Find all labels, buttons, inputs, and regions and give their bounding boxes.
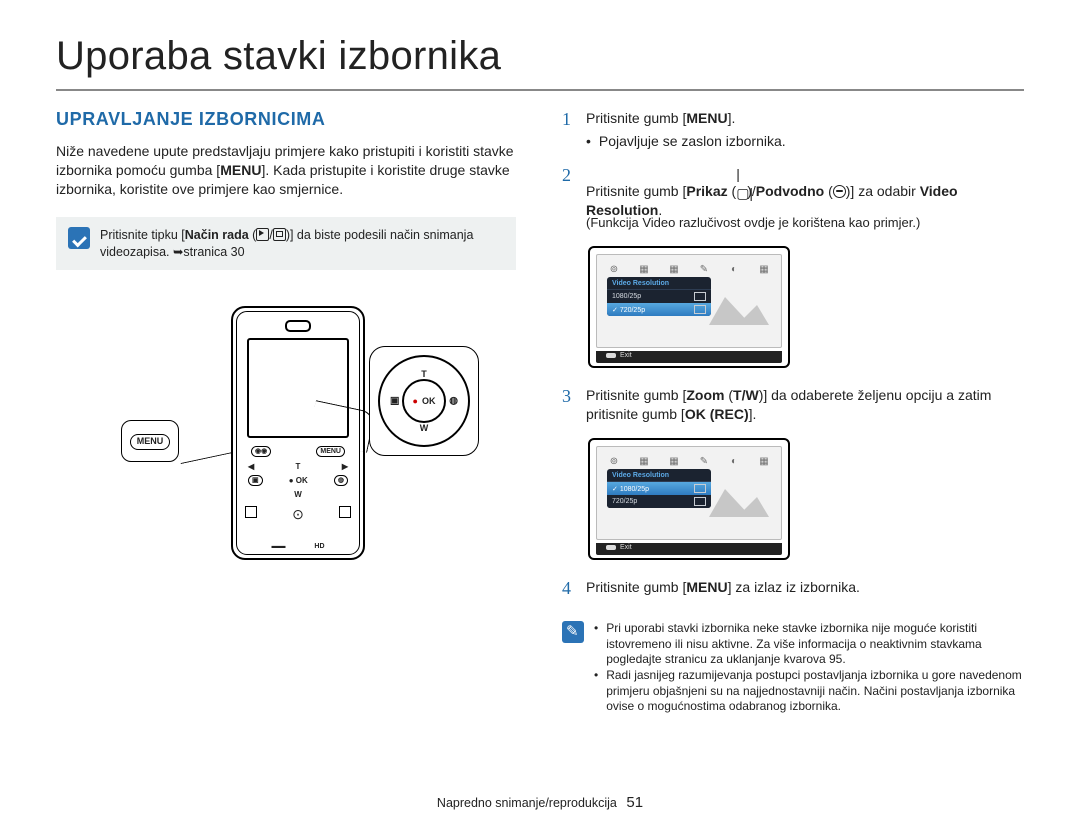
callout-dpad: T W ▣ ◍ ● OK bbox=[369, 346, 479, 456]
mode-pill: ◉◉ bbox=[251, 446, 271, 457]
right-column: 1 Pritisnite gumb [MENU]. Pojavljuje se … bbox=[562, 109, 1024, 715]
step-body: Pritisnite gumb [Prikaz (|▢|)/Podvodno (… bbox=[586, 165, 1024, 233]
device-illustration: MENU ◉◉ MENU ◀ T ▶ bbox=[121, 296, 451, 596]
ms-icon: ▦ bbox=[667, 264, 681, 275]
dpad-ring: T W ▣ ◍ ● OK bbox=[378, 355, 470, 447]
ok-label: OK bbox=[422, 396, 436, 406]
video-mode-icon bbox=[256, 228, 269, 241]
camera-top-controls: ◉◉ MENU bbox=[251, 446, 345, 457]
ms-icon: ▦ bbox=[667, 456, 681, 467]
step-body: Pritisnite gumb [Zoom (T/W)] da odaberet… bbox=[586, 386, 1024, 424]
exit-label: Exit bbox=[606, 352, 632, 359]
mountain-graphic bbox=[709, 481, 769, 517]
step-2: 2 Pritisnite gumb [Prikaz (|▢|)/Podvodno… bbox=[562, 165, 1024, 233]
note-box-mode: Pritisnite tipku [Način rada (/)] da bis… bbox=[56, 217, 516, 271]
mountain-graphic bbox=[709, 289, 769, 325]
camera-top-lens bbox=[285, 320, 311, 332]
check-icon bbox=[68, 227, 90, 249]
ms-icon: ▦ bbox=[757, 264, 771, 275]
step-1: 1 Pritisnite gumb [MENU]. Pojavljuje se … bbox=[562, 109, 1024, 151]
section-heading: UPRAVLJANJE IZBORNICIMA bbox=[56, 109, 516, 130]
camera-mid-controls: ◀ T ▶ ▣ ● OK ◍ W bbox=[248, 462, 348, 499]
resolution-icon bbox=[694, 292, 706, 301]
final-note-2: Radi jasnijeg razumijevanja postupci pos… bbox=[594, 668, 1024, 715]
ms-icon: ◐ bbox=[727, 264, 741, 275]
mini-screen-toolbar: ⊚ ▦ ▦ ✎ ◐ ▦ bbox=[607, 455, 771, 467]
step-number: 4 bbox=[562, 578, 576, 599]
camera-bottom-controls: ⊙ bbox=[245, 506, 351, 523]
step-2-note: (Funkcija Video razlučivost ovdje je kor… bbox=[586, 215, 1024, 232]
page-footer: Napredno snimanje/reprodukcija 51 bbox=[0, 794, 1080, 811]
ms-menu-title: Video Resolution bbox=[607, 469, 711, 482]
mini-screen-toolbar: ⊚ ▦ ▦ ✎ ◐ ▦ bbox=[607, 263, 771, 275]
ms-row-1080: 1080/25p bbox=[607, 290, 711, 303]
ms-row-720: 720/25p bbox=[607, 495, 711, 508]
display-icon: |▢| bbox=[736, 165, 747, 176]
camera-bottom-strip: ▬▬HD bbox=[257, 543, 339, 550]
step-number: 3 bbox=[562, 386, 576, 424]
ms-icon: ✎ bbox=[697, 456, 711, 467]
title-rule bbox=[56, 89, 1024, 91]
step-4: 4 Pritisnite gumb [MENU] za izlaz iz izb… bbox=[562, 578, 1024, 599]
note-text: Pritisnite tipku [Način rada (/)] da bis… bbox=[100, 227, 504, 261]
mini-screen-footer: Exit bbox=[596, 543, 782, 555]
left-column: UPRAVLJANJE IZBORNICIMA Niže navedene up… bbox=[56, 109, 516, 715]
resolution-icon bbox=[694, 305, 706, 314]
dpad-left-icon: ▣ bbox=[390, 396, 399, 407]
mini-screen-menu: Video Resolution ✓ 1080/25p 720/25p bbox=[607, 469, 711, 508]
intro-paragraph: Niže navedene upute predstavljaju primje… bbox=[56, 142, 516, 199]
menu-pill: MENU bbox=[130, 434, 171, 450]
mini-screen-footer: Exit bbox=[596, 351, 782, 363]
step-1-bullet: Pojavljuje se zaslon izbornika. bbox=[586, 132, 786, 151]
ms-icon: ✎ bbox=[697, 264, 711, 275]
ms-icon: ▦ bbox=[637, 264, 651, 275]
mini-screen-2: ⊚ ▦ ▦ ✎ ◐ ▦ Video Resolution ✓ 1080/25p … bbox=[588, 438, 790, 560]
callout-menu-button: MENU bbox=[121, 420, 179, 462]
underwater-icon bbox=[833, 185, 846, 198]
final-note-1: Pri uporabi stavki izbornika neke stavke… bbox=[594, 621, 1024, 668]
two-column-layout: UPRAVLJANJE IZBORNICIMA Niže navedene up… bbox=[56, 109, 1024, 715]
mini-screen-menu: Video Resolution 1080/25p ✓ 720/25p bbox=[607, 277, 711, 316]
exit-label: Exit bbox=[606, 544, 632, 551]
rec-dot-icon: ● bbox=[413, 396, 418, 406]
left-small-button bbox=[245, 506, 257, 518]
step-body: Pritisnite gumb [MENU] za izlaz iz izbor… bbox=[586, 578, 860, 599]
step-number: 1 bbox=[562, 109, 576, 151]
ms-icon: ⊚ bbox=[607, 456, 621, 467]
final-notes: Pri uporabi stavki izbornika neke stavke… bbox=[562, 617, 1024, 715]
dpad-right-icon: ◍ bbox=[449, 396, 458, 407]
pencil-icon bbox=[562, 621, 584, 643]
dpad-w-label: W bbox=[420, 423, 429, 433]
ms-row-720-selected: ✓ 720/25p bbox=[607, 303, 711, 316]
dpad-t-label: T bbox=[421, 369, 427, 379]
step-3: 3 Pritisnite gumb [Zoom (T/W)] da odaber… bbox=[562, 386, 1024, 424]
ms-icon: ▦ bbox=[637, 456, 651, 467]
final-notes-body: Pri uporabi stavki izbornika neke stavke… bbox=[594, 621, 1024, 715]
resolution-icon bbox=[694, 497, 706, 506]
right-small-button bbox=[339, 506, 351, 518]
mini-screen-1: ⊚ ▦ ▦ ✎ ◐ ▦ Video Resolution 1080/25p ✓ … bbox=[588, 246, 790, 368]
page-title: Uporaba stavki izbornika bbox=[56, 34, 1024, 79]
mini-screen-bg: ⊚ ▦ ▦ ✎ ◐ ▦ Video Resolution 1080/25p ✓ … bbox=[596, 254, 782, 348]
ms-icon: ⊚ bbox=[607, 264, 621, 275]
step-number: 2 bbox=[562, 165, 576, 233]
ms-icon: ▦ bbox=[757, 456, 771, 467]
ms-icon: ◐ bbox=[727, 456, 741, 467]
photo-mode-icon bbox=[273, 228, 286, 241]
page-number: 51 bbox=[626, 794, 643, 811]
menu-pill-small: MENU bbox=[316, 446, 345, 457]
manual-page: Uporaba stavki izbornika UPRAVLJANJE IZB… bbox=[0, 0, 1080, 825]
ms-menu-title: Video Resolution bbox=[607, 277, 711, 290]
step-body: Pritisnite gumb [MENU]. Pojavljuje se za… bbox=[586, 109, 786, 151]
ms-row-1080-selected: ✓ 1080/25p bbox=[607, 482, 711, 495]
dpad-center: ● OK bbox=[402, 379, 446, 423]
footer-label: Napredno snimanje/reprodukcija bbox=[437, 796, 617, 810]
resolution-icon bbox=[694, 484, 706, 493]
mini-screen-bg: ⊚ ▦ ▦ ✎ ◐ ▦ Video Resolution ✓ 1080/25p … bbox=[596, 446, 782, 540]
